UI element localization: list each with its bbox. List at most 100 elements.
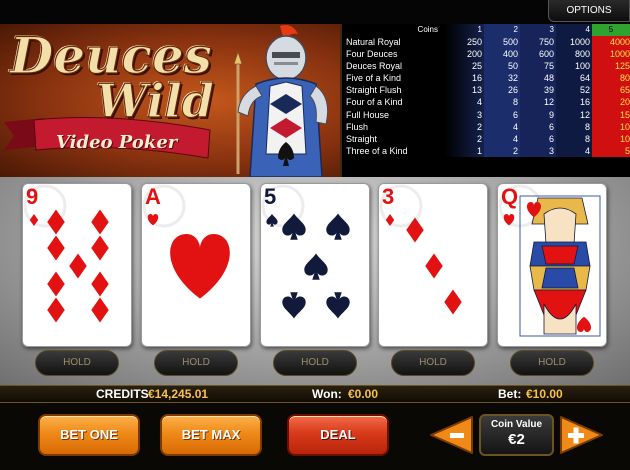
spade-pip-icon (326, 213, 350, 240)
payout-cell: 500 (484, 36, 520, 49)
spade-pip-icon (282, 292, 306, 319)
hold-button[interactable]: HOLD (391, 350, 475, 376)
payout-cell: 10 (592, 120, 630, 133)
payout-cell: 2 (444, 120, 484, 133)
hold-button[interactable]: HOLD (35, 350, 119, 376)
credits-value: €14,245.01 (148, 387, 209, 401)
bet-one-button[interactable]: BET ONE (38, 414, 140, 456)
paytable-col-2: 2 (484, 24, 520, 36)
card-face (379, 184, 462, 315)
diamond-pip-icon (444, 289, 462, 315)
card-rank: 5 (264, 184, 277, 209)
payout-cell: 250 (444, 36, 484, 49)
options-button[interactable]: OPTIONS (548, 0, 630, 22)
heart-pip-icon (170, 234, 230, 299)
hand-name: Natural Royal (346, 37, 401, 47)
hand-name: Straight (346, 133, 378, 144)
payout-cell: 1 (444, 144, 484, 157)
playing-card[interactable]: 3 (378, 183, 488, 347)
paytable-coins-label: Coins (417, 25, 438, 34)
won-value: €0.00 (348, 387, 379, 401)
paytable-header-row: Coins 1 2 3 4 5 (342, 24, 630, 36)
payout-cell: 5 (592, 144, 630, 157)
deal-button[interactable]: DEAL (287, 414, 389, 456)
diamond-pip-icon (91, 297, 109, 323)
diamond-pip-icon (47, 271, 65, 297)
playing-card[interactable]: 9 (22, 183, 132, 347)
diamond-pip-icon (69, 253, 87, 279)
logo-subtitle: Video Poker (56, 132, 178, 153)
playing-card[interactable]: A (141, 183, 251, 347)
hand-name: Four Deuces (346, 49, 398, 60)
diamond-pip-icon (425, 253, 443, 279)
playing-card[interactable]: 5 (260, 183, 370, 347)
card-rank: 9 (26, 184, 39, 209)
payout-cell: 800 (556, 48, 592, 61)
payout-cell: 26 (484, 84, 520, 97)
card-face (261, 184, 350, 319)
paytable-col-4: 4 (556, 24, 592, 36)
top-bar: OPTIONS (0, 0, 630, 24)
diamond-pip-icon (47, 235, 65, 261)
paytable-row: Straight Flush 13 26 39 52 65 (342, 84, 630, 97)
payout-cell: 13 (444, 84, 484, 97)
payout-cell: 1000 (592, 48, 630, 61)
diamond-pip-icon (47, 297, 65, 323)
card-rank: Q (501, 184, 519, 209)
credits-label: CREDITS (96, 387, 149, 401)
hold-button[interactable]: HOLD (510, 350, 594, 376)
payout-cell: 100 (556, 60, 592, 73)
payout-cell: 4000 (592, 36, 630, 49)
coin-value-label: Coin Value (490, 419, 543, 430)
card-rank: A (145, 184, 161, 209)
payout-cell: 4 (444, 96, 484, 109)
spade-pip-icon (326, 292, 350, 319)
coin-value: €2 (508, 431, 525, 448)
payout-cell: 8 (484, 96, 520, 109)
hold-button[interactable]: HOLD (273, 350, 357, 376)
paytable-row: Deuces Royal 25 50 75 100 125 (342, 60, 630, 73)
won-label: Won: (312, 387, 342, 401)
payout-cell: 2 (484, 144, 520, 157)
minus-icon (450, 433, 464, 438)
diamond-pip-icon (91, 209, 109, 235)
payout-cell: 65 (592, 84, 630, 97)
payout-cell: 200 (444, 48, 484, 61)
payout-cell: 8 (556, 120, 592, 133)
card-rank: 3 (382, 184, 395, 209)
bet-max-button[interactable]: BET MAX (160, 414, 262, 456)
payout-cell: 10 (592, 132, 630, 145)
payout-cell: 12 (520, 96, 556, 109)
hand-name: Full House (346, 109, 390, 120)
payout-cell: 12 (556, 108, 592, 121)
coin-increase-button[interactable] (559, 414, 605, 456)
queen-portrait-icon (519, 195, 601, 337)
payout-cell: 20 (592, 96, 630, 109)
paytable-row: Natural Royal 250 500 750 1000 4000 (342, 36, 630, 49)
payout-cell: 50 (484, 60, 520, 73)
paytable-grid: Coins 1 2 3 4 5 Natural Royal 250 500 750 10… (342, 24, 630, 177)
payout-cell: 32 (484, 72, 520, 85)
payout-cell: 750 (520, 36, 556, 49)
payout-cell: 4 (484, 120, 520, 133)
coin-decrease-button[interactable] (428, 414, 474, 456)
payout-cell: 80 (592, 72, 630, 85)
playing-card[interactable]: Q (497, 183, 607, 347)
payout-cell: 75 (520, 60, 556, 73)
card-face (23, 184, 109, 323)
payout-cell: 16 (556, 96, 592, 109)
payout-cell: 4 (556, 144, 592, 157)
knight-mascot-icon (233, 25, 329, 177)
paytable-row: Five of a Kind 16 32 48 64 80 (342, 72, 630, 85)
hold-button[interactable]: HOLD (154, 350, 238, 376)
spade-pip-icon (304, 253, 328, 280)
spade-pip-icon (282, 213, 306, 240)
payout-cell: 16 (444, 72, 484, 85)
hand-name: Five of a Kind (346, 73, 402, 84)
diamond-pip-icon (91, 235, 109, 261)
payout-cell: 600 (520, 48, 556, 61)
hand-name: Deuces Royal (346, 61, 403, 72)
diamond-pip-icon (91, 271, 109, 297)
paytable: Coins 1 2 3 4 5 Natural Royal 250 500 750 10… (340, 24, 630, 177)
paytable-row: Flush 2 4 6 8 10 (342, 120, 630, 133)
